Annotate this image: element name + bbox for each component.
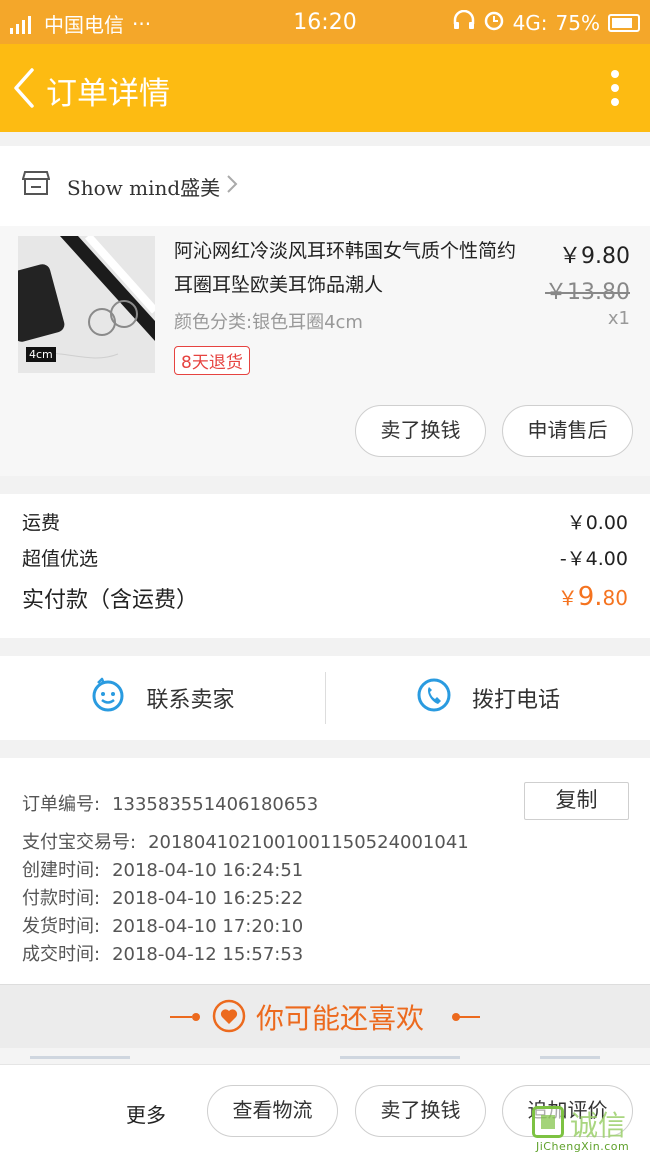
recommend-preview-strip [0, 1048, 650, 1064]
paid-time-row: 付款时间: 2018-04-10 16:25:22 [22, 884, 303, 910]
view-logistics-button[interactable]: 查看物流 [207, 1085, 338, 1137]
alipay-label: 支付宝交易号: [22, 832, 137, 853]
closed-time-label: 成交时间: [22, 944, 101, 965]
battery-percent: 75% [555, 10, 600, 35]
shop-row[interactable]: Show mind盛美 [0, 146, 650, 226]
discount-label: 超值优选 [22, 548, 99, 570]
watermark: 诚信 JiChengXin.com [532, 1106, 650, 1155]
battery-icon [608, 13, 640, 32]
chat-icon [90, 677, 126, 719]
shipping-label: 运费 [22, 512, 61, 534]
phone-icon [416, 677, 452, 719]
chevron-right-icon [226, 174, 238, 194]
refund-badge: 8天退货 [174, 346, 250, 375]
order-info: 订单编号: 133583551406180653 复制 支付宝交易号: 201804… [0, 758, 650, 984]
product-image[interactable]: 4cm [18, 236, 155, 373]
shipped-time-value: 2018-04-10 17:20:10 [112, 916, 304, 937]
total-label: 实付款（含运费） [22, 588, 199, 613]
headphones-icon [453, 9, 475, 35]
original-price: ￥13.80 [545, 280, 630, 305]
fee-summary: 运费 ￥0.00 超值优选 -￥4.00 实付款（含运费） ￥9.80 [0, 494, 650, 638]
alarm-icon [483, 9, 505, 36]
page-title: 订单详情 [46, 76, 170, 112]
total-value: ￥9.80 [558, 582, 628, 612]
call-phone-label: 拨打电话 [471, 688, 560, 713]
copy-button[interactable]: 复制 [524, 782, 629, 820]
heart-icon [212, 999, 246, 1033]
image-size-tag: 4cm [26, 347, 56, 362]
alipay-row: 支付宝交易号: 2018041021001001150524001041 [22, 828, 469, 854]
status-bar: 中国电信 ··· 16:20 4G: 75% [0, 0, 650, 44]
total-currency: ￥ [557, 586, 578, 610]
alipay-value: 2018041021001001150524001041 [148, 832, 469, 853]
nav-bar: 订单详情 [0, 44, 650, 132]
shipped-time-row: 发货时间: 2018-04-10 17:20:10 [22, 912, 303, 938]
order-number-row: 订单编号: 133583551406180653 [22, 790, 318, 816]
created-time-row: 创建时间: 2018-04-10 16:24:51 [22, 856, 303, 882]
recommend-header: 你可能还喜欢 [0, 984, 650, 1048]
contact-seller-label: 联系卖家 [146, 688, 235, 713]
after-sales-button[interactable]: 申请售后 [502, 405, 633, 457]
decor-line-left [170, 1016, 192, 1018]
watermark-url: JiChengXin.com [536, 1140, 630, 1153]
shipping-value: ￥0.00 [566, 512, 628, 534]
decor-line-right [458, 1016, 480, 1018]
shop-name: Show mind盛美 [67, 176, 221, 200]
order-item[interactable]: 4cm 阿沁网红冷淡风耳环韩国女气质个性简约耳圈耳坠欧美耳饰品潮人 颜色分类:银… [0, 226, 650, 476]
product-title: 阿沁网红冷淡风耳环韩国女气质个性简约耳圈耳坠欧美耳饰品潮人 [174, 240, 517, 296]
back-arrow-icon[interactable] [10, 66, 40, 110]
recommend-title: 你可能还喜欢 [256, 1002, 425, 1035]
network-label: 4G: [512, 10, 548, 35]
created-time-value: 2018-04-10 16:24:51 [112, 860, 304, 881]
total-integer: 9. [577, 582, 603, 612]
closed-time-row: 成交时间: 2018-04-12 15:57:53 [22, 940, 303, 966]
order-number-value: 133583551406180653 [112, 794, 319, 815]
product-price: ￥9.80 [559, 244, 630, 269]
sell-for-cash-button[interactable]: 卖了换钱 [355, 405, 486, 457]
paid-time-value: 2018-04-10 16:25:22 [112, 888, 304, 909]
product-quantity: x1 [607, 308, 630, 329]
sell-for-cash-button-bottom[interactable]: 卖了换钱 [355, 1085, 486, 1137]
total-decimal: 80 [602, 586, 628, 610]
created-time-label: 创建时间: [22, 860, 101, 881]
product-sku: 颜色分类:银色耳圈4cm [174, 312, 363, 333]
contact-bar: 联系卖家 拨打电话 [0, 656, 650, 740]
decor-dot-left [192, 1013, 200, 1021]
watermark-logo-icon [532, 1106, 564, 1138]
contact-seller-button[interactable]: 联系卖家 [0, 656, 325, 740]
call-phone-button[interactable]: 拨打电话 [326, 656, 650, 740]
more-button[interactable]: 更多 [126, 1099, 166, 1128]
closed-time-value: 2018-04-12 15:57:53 [112, 944, 304, 965]
order-number-label: 订单编号: [22, 794, 101, 815]
more-menu-icon[interactable] [610, 70, 620, 108]
store-icon [21, 170, 51, 196]
watermark-text: 诚信 [570, 1109, 627, 1142]
discount-value: -￥4.00 [559, 548, 628, 570]
paid-time-label: 付款时间: [22, 888, 101, 909]
shipped-time-label: 发货时间: [22, 916, 101, 937]
